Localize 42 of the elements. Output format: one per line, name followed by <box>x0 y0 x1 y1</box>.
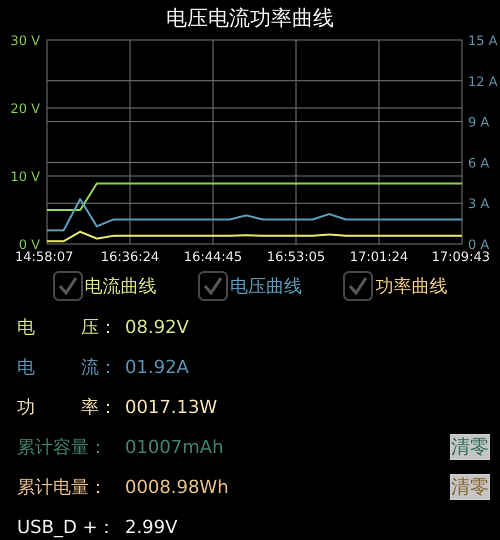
checkbox[interactable] <box>52 271 83 301</box>
y-axis-label: 10 V <box>10 170 40 185</box>
y-axis-label: 3 A <box>468 197 490 212</box>
reading-value: 0008.98Wh <box>125 476 229 500</box>
reading-value: 01007mAh <box>125 436 224 460</box>
reading-value: 2.99V <box>125 516 178 540</box>
checkmark-icon <box>56 276 79 296</box>
reading-label: 电 <box>17 316 35 340</box>
reading-label: USB_D +： <box>17 516 116 540</box>
checkbox[interactable] <box>343 271 374 301</box>
checkbox[interactable] <box>198 271 228 301</box>
y-axis-label: 12 A <box>468 74 498 90</box>
y-axis-label: 6 A <box>468 156 490 172</box>
reading-label: 率： <box>81 396 117 420</box>
reading-value: 0017.13W <box>125 396 218 420</box>
y-axis-label: 0 V <box>18 238 40 253</box>
x-axis-label: 17:09:43 <box>432 250 490 265</box>
reading-label: 功 <box>17 396 35 420</box>
checkbox-label: 电压曲线 <box>230 274 302 298</box>
reading-value: 01.92A <box>125 356 189 380</box>
y-axis-label: 15 A <box>468 34 498 49</box>
chart-title: 电压电流功率曲线 <box>166 5 334 32</box>
y-axis-label: 20 V <box>10 102 40 117</box>
x-axis-label: 16:36:24 <box>100 250 160 265</box>
reading-label: 流： <box>81 356 117 380</box>
y-axis-label: 9 A <box>468 116 490 131</box>
y-axis-label: 30 V <box>10 34 40 49</box>
reading-label: 累计电量： <box>17 476 107 500</box>
x-axis-label: 16:44:45 <box>184 250 242 265</box>
checkmark-icon <box>347 276 370 296</box>
x-axis-label: 14:58:07 <box>15 250 74 265</box>
reading-label: 累计容量： <box>17 436 107 460</box>
reset-button[interactable]: 清零 <box>450 434 490 460</box>
checkbox-label: 功率曲线 <box>375 274 448 298</box>
x-axis-label: 17:01:24 <box>350 250 408 265</box>
checkmark-icon <box>202 276 224 296</box>
x-axis-label: 16:53:05 <box>266 250 326 265</box>
checkbox-label: 电流曲线 <box>84 274 157 298</box>
reading-value: 08.92V <box>125 316 189 340</box>
reading-label: 压： <box>81 316 117 340</box>
reading-label: 电 <box>17 356 35 380</box>
reset-button[interactable]: 清零 <box>450 474 490 500</box>
